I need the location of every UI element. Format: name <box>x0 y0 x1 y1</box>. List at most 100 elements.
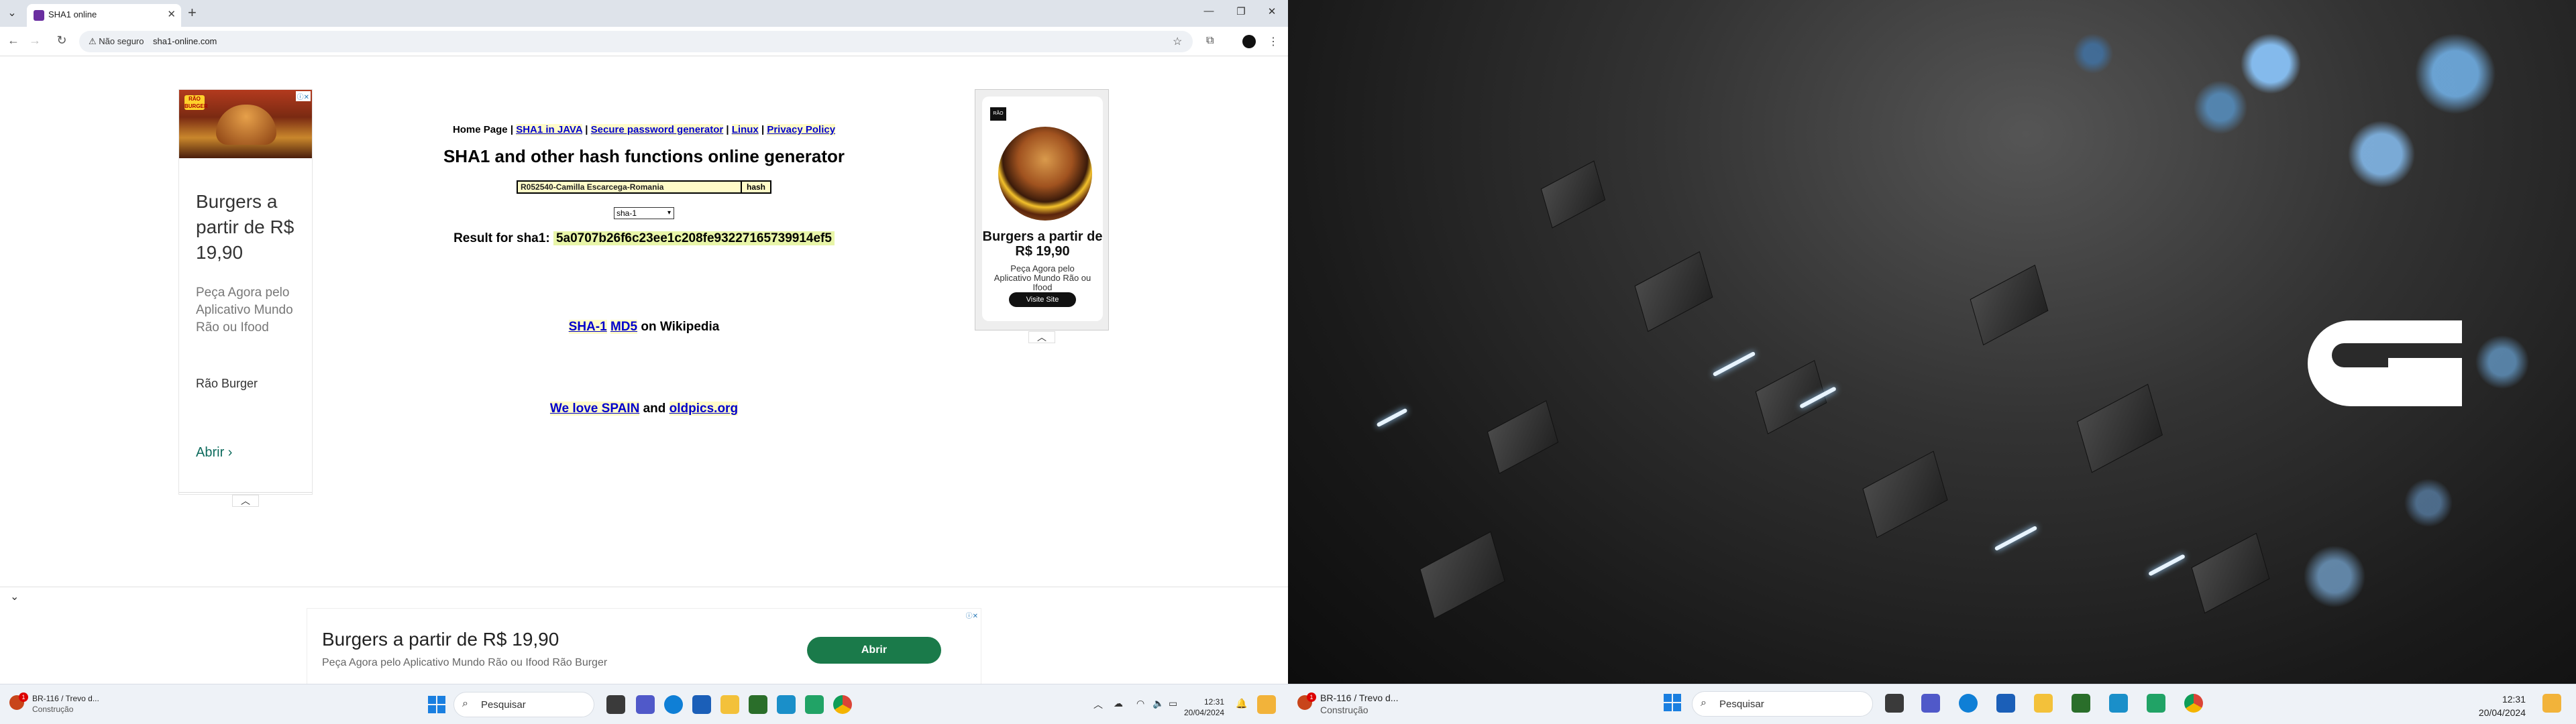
address-bar[interactable]: ⚠ Não seguro sha1-online.com ☆ <box>79 31 1193 52</box>
back-icon[interactable]: ← <box>5 34 21 48</box>
profile-avatar[interactable] <box>1242 35 1256 48</box>
copilot-icon[interactable] <box>1257 695 1276 714</box>
app-icon[interactable] <box>749 695 767 714</box>
minimize-icon[interactable]: — <box>1201 5 1217 17</box>
main-content: Home Page | SHA1 in JAVA | Secure passwo… <box>402 121 885 416</box>
bottom-ad-open-button[interactable]: Abrir <box>807 637 941 664</box>
nav-separator: | <box>510 124 514 135</box>
new-tab-icon[interactable]: + <box>188 4 197 21</box>
onedrive-icon[interactable]: ☁ <box>1114 698 1123 709</box>
chrome-icon[interactable] <box>2184 694 2203 713</box>
burger-icon <box>216 105 276 145</box>
forward-icon[interactable]: → <box>27 34 43 48</box>
adchoices-icon[interactable]: ⓘ✕ <box>964 610 979 620</box>
ad-divider <box>179 492 312 493</box>
not-secure-label[interactable]: ⚠ Não seguro <box>89 36 144 47</box>
widget-subtitle: Construção <box>32 705 74 714</box>
more-menu-icon[interactable]: ⋮ <box>1268 35 1279 48</box>
hash-button[interactable]: hash <box>741 180 771 194</box>
notification-badge: 1 <box>19 692 28 702</box>
app-icon[interactable] <box>2072 694 2090 713</box>
tab-search-chevron-icon[interactable]: ⌄ <box>4 5 20 21</box>
clock-date: 20/04/2024 <box>1184 708 1225 717</box>
left-monitor: ⌄ SHA1 online ✕ + — ❐ ✕ ← → ↻ ⚠ Não segu… <box>0 0 1288 724</box>
window-close-icon[interactable]: ✕ <box>1264 5 1280 17</box>
wallpaper-cube <box>1419 531 1505 619</box>
app2-icon[interactable] <box>2147 694 2165 713</box>
right-ad-card[interactable]: RÃO Burgers a partir de R$ 19,90 Peça Ag… <box>982 97 1103 321</box>
nav-privacy[interactable]: Privacy Policy <box>767 124 836 135</box>
volume-icon[interactable]: 🔈 <box>1152 698 1164 709</box>
collapse-right-ad-button[interactable]: ︿ <box>1028 331 1055 343</box>
chrome-icon[interactable] <box>833 695 852 714</box>
clock-time: 12:31 <box>1203 697 1224 707</box>
wiki-md5-link[interactable]: MD5 <box>610 320 638 334</box>
sublime-icon[interactable] <box>2109 694 2128 713</box>
widget-subtitle: Construção <box>1320 705 1368 715</box>
store-icon[interactable] <box>1996 694 2015 713</box>
wallpaper-cube <box>1970 264 2049 346</box>
right-ad[interactable]: RÃO Burgers a partir de R$ 19,90 Peça Ag… <box>975 89 1109 330</box>
wallpaper-glint <box>2148 554 2186 577</box>
file-explorer-icon[interactable] <box>720 695 739 714</box>
tray-chevron-icon[interactable]: ︿ <box>1093 698 1103 711</box>
wallpaper-cube <box>2077 383 2163 473</box>
windows-start-icon[interactable] <box>1664 694 1681 711</box>
app2-icon[interactable] <box>805 695 824 714</box>
love-spain-link[interactable]: We love SPAIN <box>549 402 640 416</box>
taskbar-clock[interactable]: 12:31 20/04/2024 <box>1184 697 1224 718</box>
bottom-ad[interactable]: ⓘ✕ Burgers a partir de R$ 19,90 Peça Ago… <box>307 608 981 688</box>
sublime-icon[interactable] <box>777 695 796 714</box>
algorithm-select[interactable]: sha-1 ▾ <box>614 207 674 219</box>
restore-icon[interactable]: ❐ <box>1233 5 1249 17</box>
task-view-icon[interactable] <box>606 695 625 714</box>
nav-sha1-java[interactable]: SHA1 in JAVA <box>516 124 583 135</box>
task-view-icon[interactable] <box>1885 694 1904 713</box>
reload-icon[interactable]: ↻ <box>54 34 70 48</box>
clock-date: 20/04/2024 <box>2478 707 2526 718</box>
hash-form: R052540-Camilla Escarcega-Romania hash <box>402 180 885 195</box>
taskbar-clock[interactable]: 12:31 20/04/2024 <box>2465 692 2526 719</box>
edge-icon[interactable] <box>1959 694 1978 713</box>
copilot-icon[interactable] <box>2542 694 2561 713</box>
collapse-ad-button[interactable]: ︿ <box>232 495 259 507</box>
nav-linux[interactable]: Linux <box>731 124 759 135</box>
teams-icon[interactable] <box>1921 694 1940 713</box>
wallpaper-cube <box>2191 532 2270 614</box>
taskbar-search[interactable]: ⌕ Pesquisar <box>1692 691 1873 717</box>
search-placeholder: Pesquisar <box>481 699 526 711</box>
browser-tab-active[interactable]: SHA1 online ✕ <box>27 4 181 27</box>
bell-icon[interactable]: 🔔 <box>1236 698 1247 709</box>
nav-password-generator[interactable]: Secure password generator <box>590 124 724 135</box>
url-text[interactable]: sha1-online.com <box>153 36 217 46</box>
taskbar-left: 1 BR-116 / Trevo d... Construção ⌕ Pesqu… <box>0 684 1288 724</box>
weather-widget[interactable]: 1 <box>1297 692 1318 713</box>
battery-icon[interactable]: ▭ <box>1169 698 1177 709</box>
widget-title: BR-116 / Trevo d... <box>1320 692 1399 703</box>
bookmark-star-icon[interactable]: ☆ <box>1173 35 1182 48</box>
left-ad[interactable]: RÃO BURGER ⓘ✕ Burgers a partir de R$ 19,9… <box>178 89 313 495</box>
windows-start-icon[interactable] <box>428 696 445 713</box>
extensions-icon[interactable]: ⧉ <box>1206 35 1214 47</box>
taskbar-search[interactable]: ⌕ Pesquisar <box>453 692 594 717</box>
nav-separator: | <box>585 124 588 135</box>
nav-home[interactable]: Home Page <box>453 124 508 135</box>
hash-input[interactable]: R052540-Camilla Escarcega-Romania <box>517 180 742 194</box>
tab-close-icon[interactable]: ✕ <box>167 8 176 20</box>
wifi-icon[interactable]: ◠ <box>1136 698 1144 709</box>
visit-site-button[interactable]: Visite Site <box>1009 292 1076 307</box>
adchoices-icon[interactable]: ⓘ✕ <box>295 91 311 101</box>
teams-icon[interactable] <box>636 695 655 714</box>
wiki-sha1-link[interactable]: SHA-1 <box>568 320 607 334</box>
search-placeholder: Pesquisar <box>1719 699 1764 710</box>
browser-toolbar: ← → ↻ ⚠ Não seguro sha1-online.com ☆ ⧉ ⋮ <box>0 27 1288 56</box>
chevron-down-icon[interactable]: ⌄ <box>10 590 19 603</box>
edge-icon[interactable] <box>664 695 683 714</box>
result-row: Result for sha1: 5a0707b26f6c23ee1c208fe… <box>402 231 885 246</box>
g-logo-bar <box>2388 358 2462 369</box>
store-icon[interactable] <box>692 695 711 714</box>
oldpics-link[interactable]: oldpics.org <box>669 402 739 416</box>
ad-open-link[interactable]: Abrir › <box>196 445 232 461</box>
weather-widget[interactable]: 1 <box>9 692 30 713</box>
file-explorer-icon[interactable] <box>2034 694 2053 713</box>
